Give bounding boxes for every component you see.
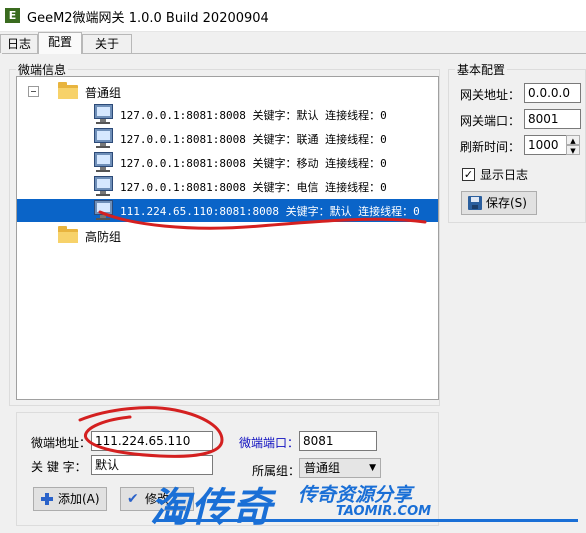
watermark-sub: 传奇资源分享 bbox=[298, 484, 413, 506]
tab-config[interactable]: 配置 bbox=[38, 32, 82, 54]
circle-annotation bbox=[78, 406, 224, 458]
watermark-url: TAOMIR.COM bbox=[336, 504, 432, 519]
watermark: 淘传奇 传奇资源分享 TAOMIR.COM bbox=[150, 477, 586, 531]
watermark-main: 淘传奇 bbox=[150, 485, 273, 531]
watermark-bar bbox=[154, 519, 578, 522]
red-annotation-marks bbox=[78, 210, 427, 458]
underline-annotation bbox=[98, 210, 427, 230]
